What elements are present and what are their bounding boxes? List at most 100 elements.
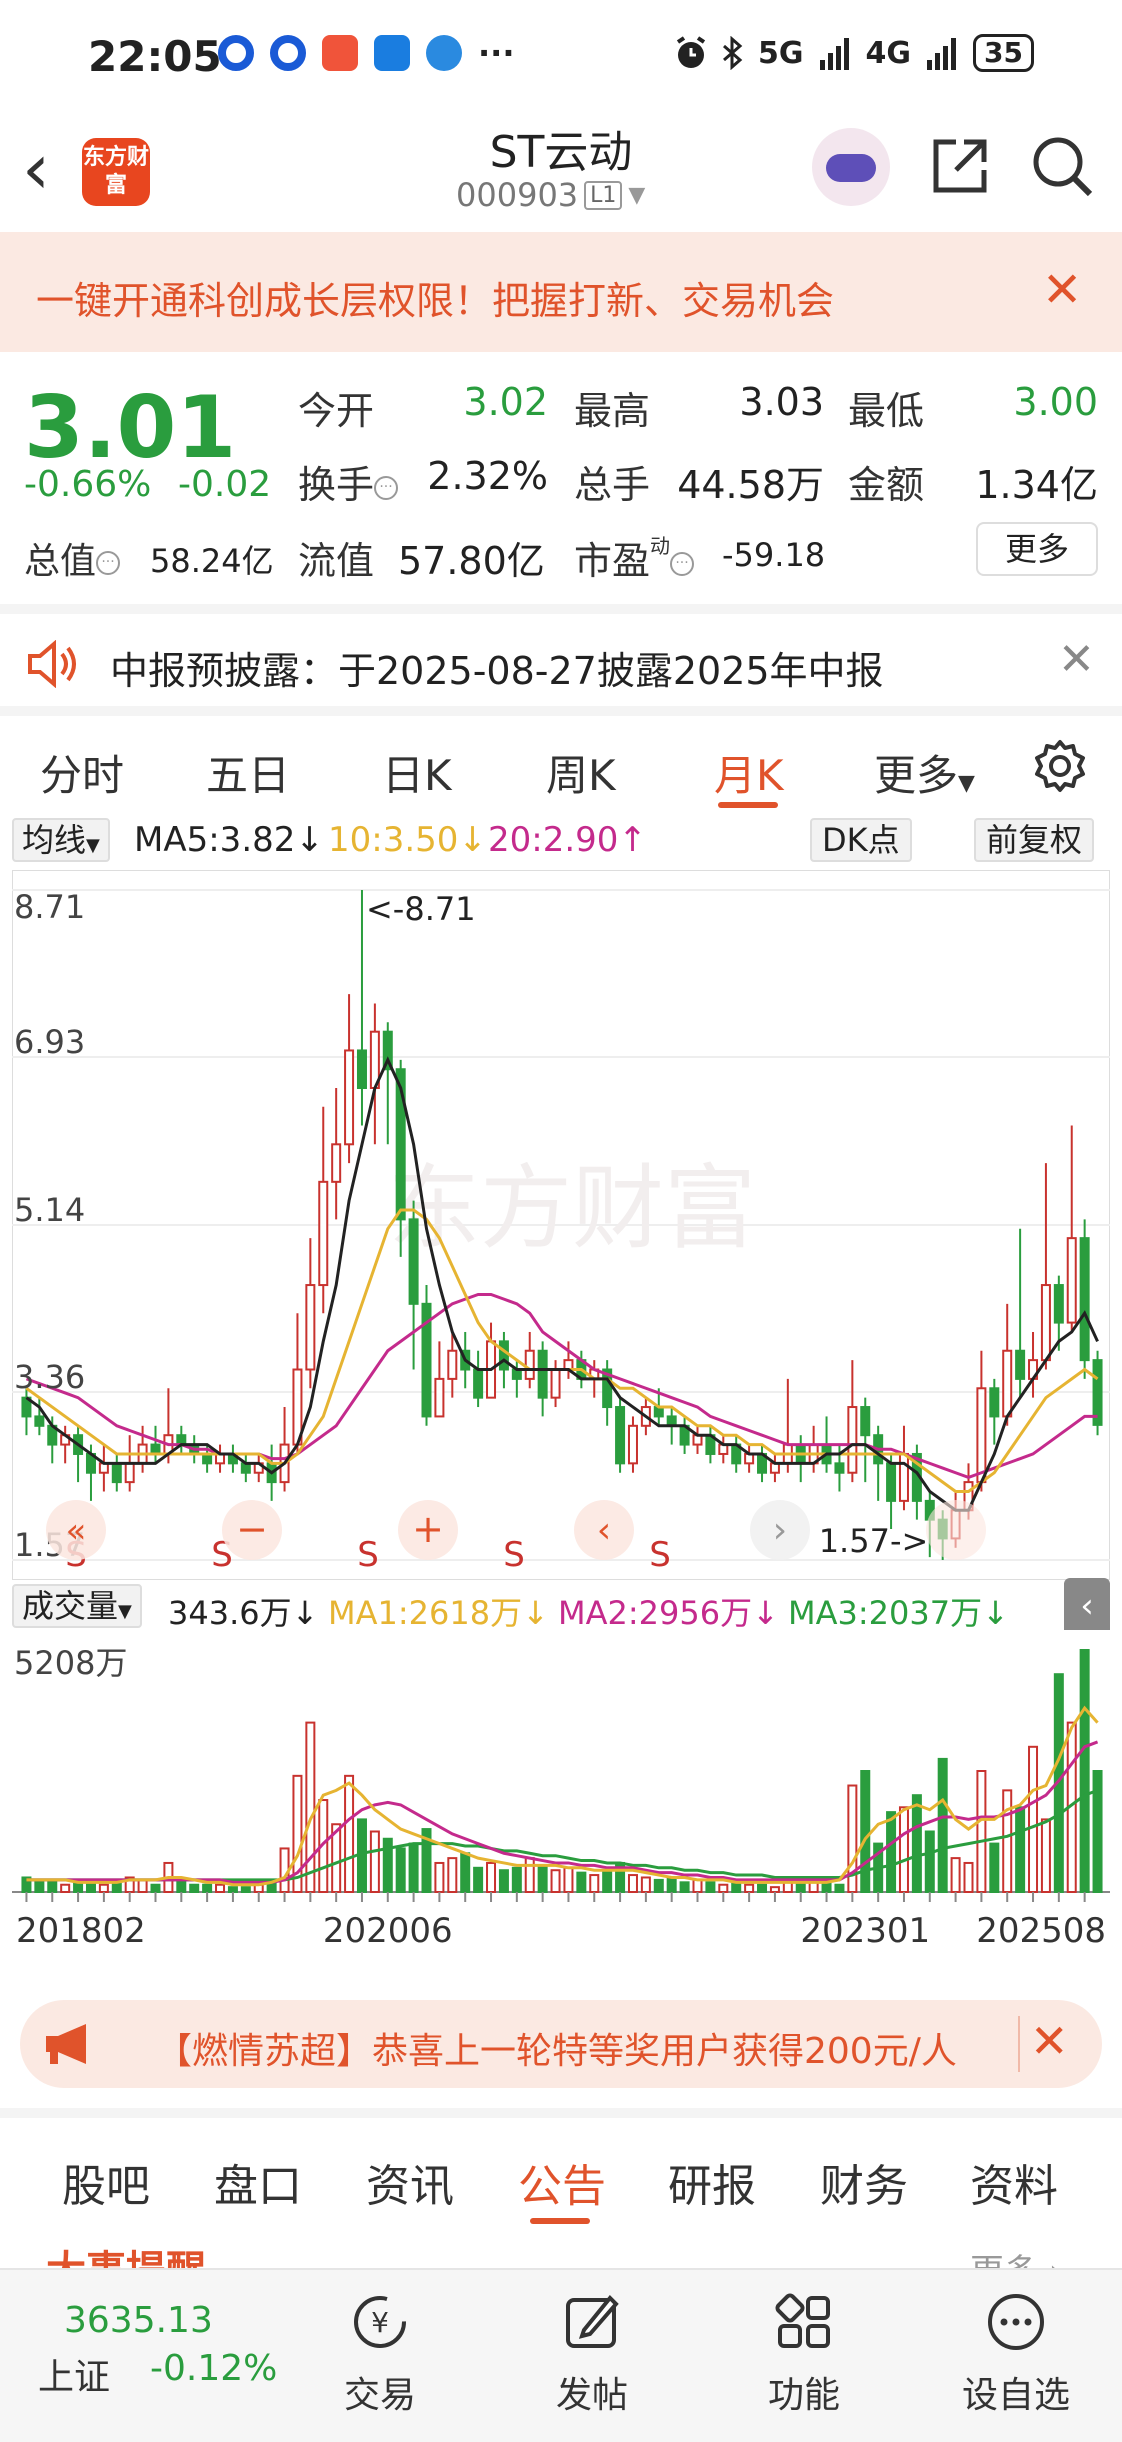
- volume-bar: [602, 1869, 613, 1894]
- nav-post[interactable]: 发帖: [522, 2290, 662, 2418]
- volume-bar: [1040, 1818, 1051, 1893]
- volume-bar: [434, 1861, 445, 1894]
- stock-code-selector[interactable]: 000903 L1 ▼: [456, 176, 645, 214]
- info-icon[interactable]: ···: [96, 551, 121, 575]
- ma20-value: 20:2.90↑: [488, 820, 647, 860]
- low-value: 3.00: [1013, 380, 1098, 424]
- tab-intraday[interactable]: 分时: [40, 742, 124, 803]
- ma-indicator-row: 均线▼ MA5:3.82↓ 10:3.50↓ 20:2.90↑ DK点 前复权: [0, 812, 1122, 868]
- tab-more[interactable]: 更多▼: [874, 742, 975, 803]
- close-icon[interactable]: ✕: [1058, 634, 1095, 685]
- yen-glyph: ¥: [371, 2306, 389, 2339]
- turnover-label[interactable]: 换手 ···: [298, 454, 399, 509]
- mktcap-label-text: 总值: [24, 541, 97, 582]
- amount-value: 1.34亿: [975, 463, 1098, 507]
- chevron-down-icon: ▼: [628, 182, 646, 208]
- close-icon[interactable]: ✕: [1042, 262, 1082, 318]
- volume-bar: [34, 1881, 45, 1894]
- indicator-selector[interactable]: 均线▼: [12, 818, 110, 862]
- tab-order-book[interactable]: 盘口: [214, 2150, 302, 2214]
- close-icon[interactable]: ✕: [1030, 2014, 1069, 2068]
- nav-watchlist[interactable]: 设自选: [946, 2290, 1086, 2418]
- double-chevron-left-glyph: «: [66, 1511, 87, 1551]
- candle-body: [498, 1340, 509, 1371]
- volume-bar: [486, 1861, 497, 1894]
- candle-body: [1015, 1349, 1026, 1380]
- candle-body: [344, 1049, 355, 1146]
- assistant-avatar-icon[interactable]: [812, 128, 890, 206]
- signal-4g-icon: 4G: [865, 35, 912, 71]
- kline-chart[interactable]: 东方财富 8.716.935.143.361.57 <-8.71 1.57-> …: [12, 870, 1110, 1580]
- tab-research[interactable]: 研报: [668, 2150, 756, 2214]
- collapse-panel-icon[interactable]: ‹: [1064, 1578, 1110, 1636]
- candle-body: [976, 1387, 987, 1484]
- more-circle-icon: [988, 2294, 1044, 2350]
- tab-financials[interactable]: 财务: [820, 2150, 908, 2214]
- x-axis-label: 202006: [323, 1911, 453, 1951]
- volume-bar: [137, 1878, 148, 1893]
- grid-icon: [775, 2293, 830, 2348]
- app-notification-icon: [270, 35, 306, 71]
- volume-bar: [744, 1883, 755, 1894]
- mktcap-label[interactable]: 总值 ···: [24, 532, 121, 584]
- tab-profile[interactable]: 资料: [970, 2150, 1058, 2214]
- volume-chart[interactable]: 5208万 201802 202006 202301 202508: [12, 1630, 1110, 1980]
- volume-bar: [679, 1881, 690, 1894]
- more-notifications-icon: ···: [478, 34, 515, 72]
- volume-bar: [963, 1861, 974, 1894]
- dk-point-button[interactable]: DK点: [810, 818, 912, 862]
- tab-forum[interactable]: 股吧: [62, 2150, 150, 2214]
- tab-five-day[interactable]: 五日: [206, 742, 290, 803]
- search-icon[interactable]: [1030, 134, 1096, 200]
- change-percent: -0.66%: [24, 464, 152, 505]
- volume-bar: [718, 1883, 729, 1894]
- volume-bar: [976, 1770, 987, 1893]
- nav-watchlist-label: 设自选: [961, 2375, 1070, 2416]
- candle-body: [1079, 1237, 1090, 1362]
- notice-text: 中报预披露：于2025-08-27披露2025年中报: [110, 649, 884, 693]
- tab-announcements[interactable]: 公告: [518, 2150, 606, 2214]
- amount-label: 金额: [848, 463, 925, 507]
- notice-bar[interactable]: 中报预披露：于2025-08-27披露2025年中报 ✕: [0, 604, 1122, 706]
- adjust-mode-button[interactable]: 前复权: [974, 818, 1095, 862]
- section-more-link[interactable]: 更多 ›: [970, 2244, 1062, 2268]
- tab-weekly-k[interactable]: 周K: [546, 742, 616, 803]
- pe-superscript: 动: [650, 534, 671, 558]
- volume-bar: [937, 1757, 948, 1893]
- share-icon[interactable]: [928, 134, 992, 198]
- index-ticker[interactable]: 3635.13 上证 -0.12%: [0, 2270, 300, 2442]
- tab-monthly-k[interactable]: 月K: [714, 742, 784, 803]
- info-icon[interactable]: ···: [670, 551, 695, 576]
- x-axis-label: 202508: [976, 1911, 1106, 1951]
- promo-banner[interactable]: 一键开通科创成长层权限！把握打新、交易机会 ✕: [0, 232, 1122, 352]
- volume-bar: [769, 1886, 780, 1894]
- battery-icon: 35: [973, 34, 1034, 72]
- nav-trade[interactable]: ¥ 交易: [310, 2290, 450, 2418]
- back-icon[interactable]: ‹: [22, 134, 50, 204]
- pe-label[interactable]: 市盈动···: [574, 530, 695, 585]
- current-price: 3.01: [24, 378, 237, 478]
- app-notification-icon: [322, 35, 358, 71]
- lottery-banner[interactable]: 【燃情苏超】恭喜上一轮特等奖用户获得200元/人 ✕: [20, 2000, 1102, 2088]
- nav-functions[interactable]: 功能: [734, 2290, 874, 2418]
- volume-bar: [950, 1857, 961, 1893]
- chevron-down-icon: ▼: [118, 1601, 132, 1622]
- tab-daily-k[interactable]: 日K: [382, 742, 452, 803]
- tab-news[interactable]: 资讯: [366, 2150, 454, 2214]
- candle-body: [111, 1462, 122, 1484]
- candle-body: [331, 1143, 342, 1183]
- ma5-value: MA5:3.82↓: [134, 820, 324, 860]
- more-quote-button[interactable]: 更多: [976, 522, 1098, 576]
- gear-icon[interactable]: [1032, 738, 1088, 794]
- volume-bar: [47, 1878, 58, 1893]
- info-tabs: 股吧 盘口 资讯 公告 研报 财务 资料: [0, 2108, 1122, 2224]
- y-tick-label: 8.71: [14, 888, 85, 926]
- volume-bar: [757, 1883, 768, 1894]
- volume-bar: [898, 1806, 909, 1893]
- volume-selector[interactable]: 成交量▼: [12, 1584, 142, 1628]
- info-icon[interactable]: ···: [374, 475, 399, 500]
- scroll-right-fast-icon[interactable]: [926, 1500, 986, 1560]
- y-tick-label: 6.93: [14, 1023, 85, 1061]
- volume-bar: [705, 1881, 716, 1894]
- open-label: 今开: [298, 389, 375, 433]
